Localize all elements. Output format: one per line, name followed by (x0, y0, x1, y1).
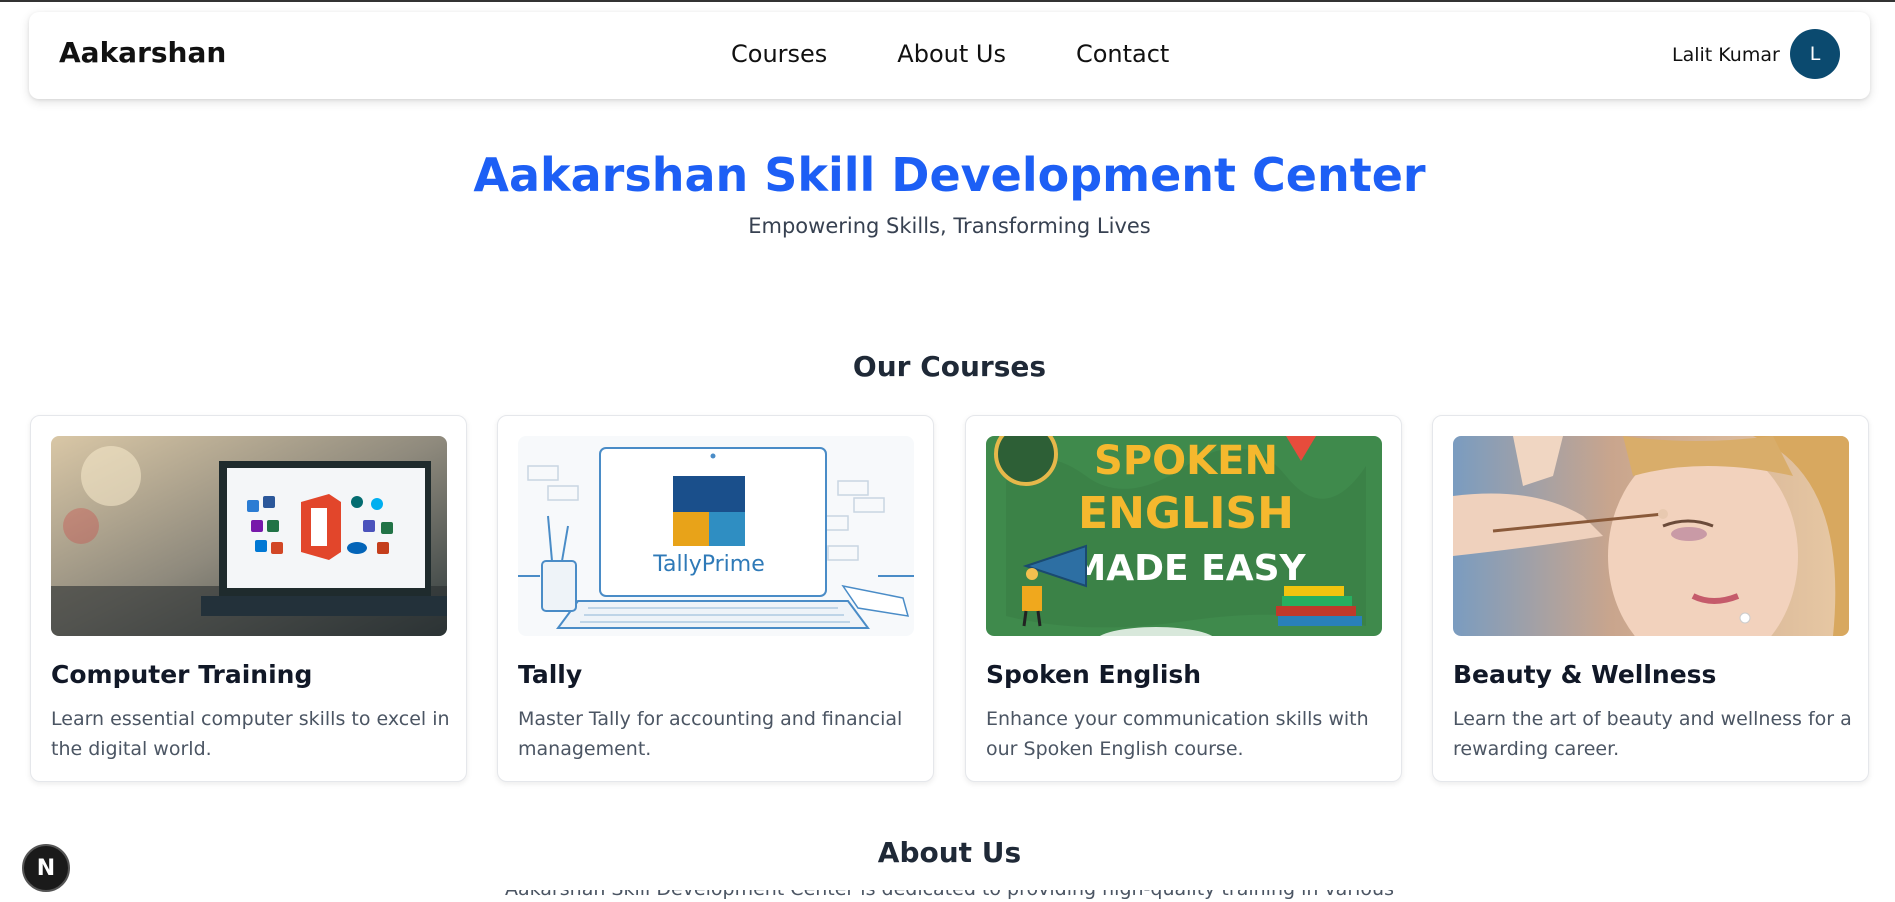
nav-link-contact[interactable]: Contact (1076, 40, 1169, 68)
user-avatar[interactable]: L (1790, 29, 1840, 79)
about-intro-text: Aakarshan Skill Development Center is de… (505, 890, 1394, 900)
about-heading: About Us (877, 836, 1022, 869)
nav-links: Courses About Us Contact (731, 40, 1169, 68)
poster-text-english: ENGLISH (1078, 488, 1294, 539)
course-title: Tally (518, 660, 583, 689)
tallyprime-logo-text: TallyPrime (652, 552, 765, 577)
nav-link-courses[interactable]: Courses (731, 40, 827, 68)
tally-image: TallyPrime (518, 436, 914, 636)
brand-logo[interactable]: Aakarshan (59, 36, 226, 69)
dev-tools-badge[interactable]: N (22, 844, 70, 892)
poster-text-made-easy: MADE EASY (1070, 548, 1306, 589)
course-description: Enhance your communication skills with o… (986, 708, 1369, 760)
hero-subtitle: Empowering Skills, Transforming Lives (748, 214, 1151, 238)
course-card-computer-training[interactable]: Computer Training Learn essential comput… (30, 415, 467, 782)
top-navbar: Aakarshan Courses About Us Contact Lalit… (29, 12, 1870, 99)
course-title: Spoken English (986, 660, 1202, 689)
user-name: Lalit Kumar (1672, 44, 1780, 66)
poster-text-spoken: SPOKEN (1094, 438, 1278, 484)
course-card-spoken-english[interactable]: SPOKEN ENGLISH MADE EASY Spoken English … (965, 415, 1402, 782)
course-description: Learn essential computer skills to excel… (51, 708, 450, 760)
courses-heading: Our Courses (852, 350, 1047, 383)
about-intro-clip: Aakarshan Skill Development Center is de… (0, 890, 1895, 902)
beauty-wellness-image (1453, 436, 1849, 636)
hero-title: Aakarshan Skill Development Center (473, 148, 1426, 202)
course-title: Computer Training (51, 660, 313, 689)
course-description: Learn the art of beauty and wellness for… (1453, 708, 1852, 760)
computer-training-image (51, 436, 447, 636)
nav-link-about-us[interactable]: About Us (897, 40, 1006, 68)
course-card-beauty-wellness[interactable]: Beauty & Wellness Learn the art of beaut… (1432, 415, 1869, 782)
course-card-tally[interactable]: TallyPrime Tally Master Tally for accoun… (497, 415, 934, 782)
course-title: Beauty & Wellness (1453, 660, 1717, 689)
spoken-english-image: SPOKEN ENGLISH MADE EASY (986, 436, 1382, 636)
course-description: Master Tally for accounting and financia… (518, 708, 903, 760)
